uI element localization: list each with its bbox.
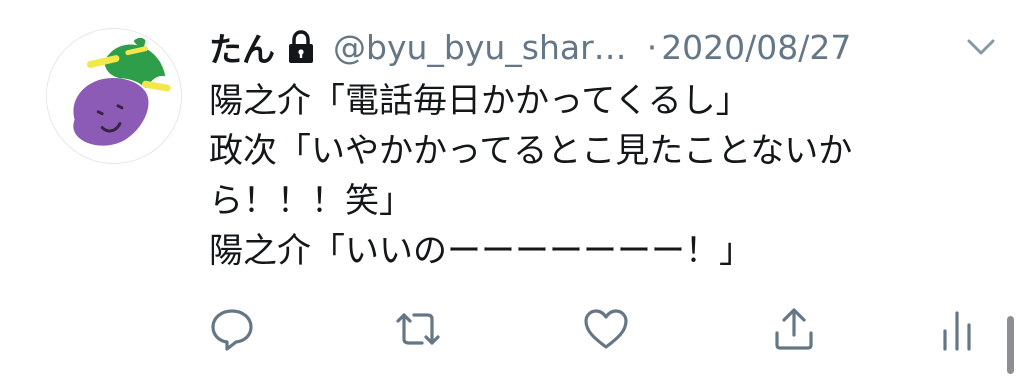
tweet-text-line: ら！！！笑」	[209, 181, 413, 221]
tweet-header: たん @byu_byu_shar… · 2020/08/27	[209, 22, 999, 72]
tweet-actions	[0, 305, 1024, 355]
display-name[interactable]: たん	[209, 23, 275, 71]
scrollbar[interactable]	[1007, 316, 1014, 374]
separator-dot: ·	[646, 27, 658, 67]
handle[interactable]: @byu_byu_shar…	[333, 28, 627, 67]
retweet-icon[interactable]	[394, 305, 442, 353]
eggplant-avatar-icon	[47, 29, 181, 163]
tweet-date[interactable]: 2020/08/27	[661, 28, 851, 67]
heart-icon[interactable]	[582, 305, 630, 353]
lock-icon	[287, 30, 315, 64]
chevron-down-icon[interactable]	[963, 32, 999, 62]
tweet-text: 陽之介「電話毎日かかってくるし」 政次「いやかかってるとこ見たことないか ら！！…	[209, 76, 969, 276]
tweet-text-line: 陽之介「いいのーーーーーーー！」	[209, 231, 753, 271]
analytics-icon[interactable]	[935, 305, 983, 353]
avatar[interactable]	[46, 28, 182, 164]
tweet-text-line: 陽之介「電話毎日かかってくるし」	[209, 81, 750, 121]
tweet-text-line: 政次「いやかかってるとこ見たことないか	[209, 131, 853, 171]
share-icon[interactable]	[770, 305, 818, 353]
reply-icon[interactable]	[208, 305, 256, 353]
